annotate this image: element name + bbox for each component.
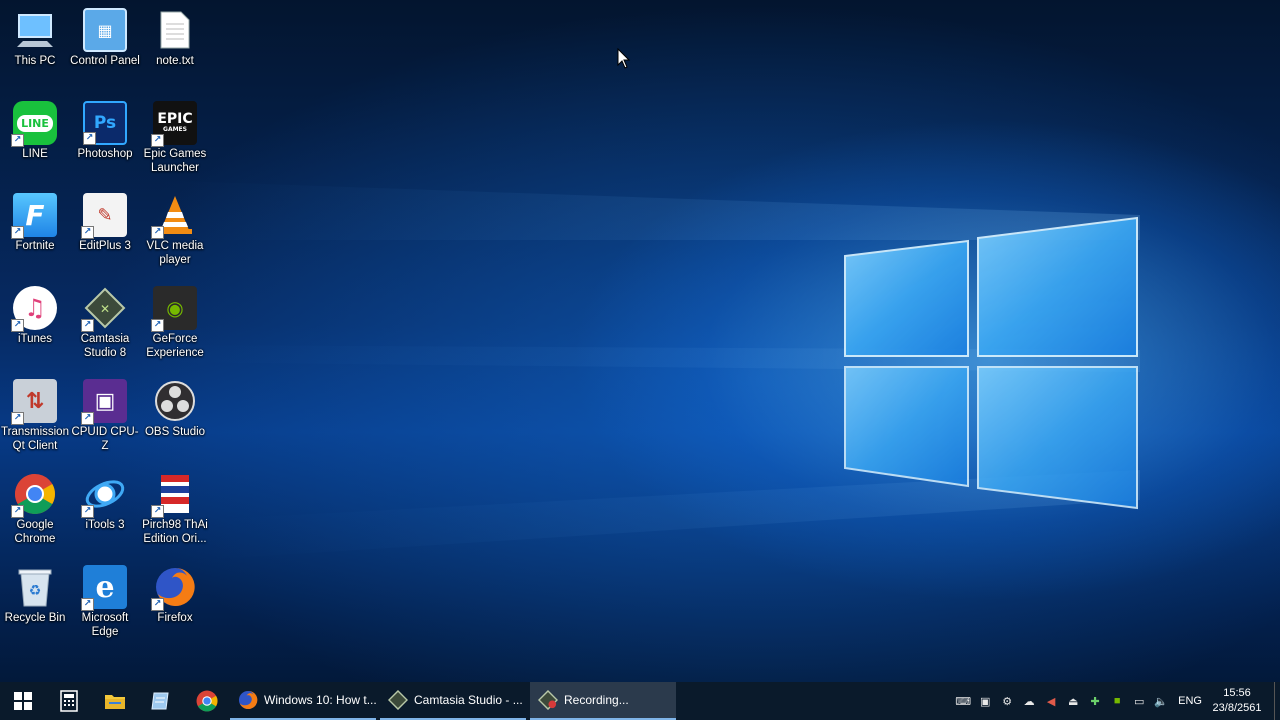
desktop-icon-vlc[interactable]: ↗ VLC media player: [140, 185, 210, 267]
chrome-icon: [196, 690, 218, 712]
taskbar-notepad-button[interactable]: [138, 682, 184, 720]
desktop-icon-cpuz[interactable]: ▣ ↗ CPUID CPU-Z: [70, 371, 140, 453]
taskbar-file-explorer-button[interactable]: [92, 682, 138, 720]
editplus-icon: ✎ ↗: [81, 193, 127, 239]
task-label: Recording...: [564, 693, 629, 707]
photoshop-icon: Ps ↗: [83, 101, 127, 145]
desktop-icon-line[interactable]: LINE ↗ LINE: [0, 93, 70, 161]
clock[interactable]: 15:56 23/8/2561: [1212, 686, 1262, 716]
desktop-icon-pirch[interactable]: ↗ Pirch98 ThAi Edition Ori...: [140, 464, 210, 546]
task-label: Camtasia Studio - ...: [414, 693, 523, 707]
windows-logo-wallpaper: [844, 216, 1138, 510]
show-desktop-button[interactable]: [1274, 682, 1280, 720]
text-file-icon: [153, 8, 197, 52]
system-tray: ⌨ ▣ ⚙ ☁ ◀ ⏏ ✚ ■ ▭ 🔈 ENG 15:56 23/8/2561: [952, 682, 1280, 720]
taskbar-task-firefox[interactable]: Windows 10: How t...: [230, 682, 376, 720]
taskbar-calculator-button[interactable]: [46, 682, 92, 720]
folder-icon: [105, 695, 125, 709]
desktop-icon-camtasia[interactable]: ✕ ↗ Camtasia Studio 8: [70, 278, 140, 360]
taskbar: Windows 10: How t... Camtasia Studio - .…: [0, 682, 1280, 720]
calculator-icon: [60, 690, 78, 712]
desktop-icon-photoshop[interactable]: Ps ↗ Photoshop: [70, 93, 140, 161]
desktop-icon-obs[interactable]: OBS Studio: [140, 371, 210, 439]
onedrive-icon[interactable]: ☁: [1018, 682, 1040, 720]
line-icon: LINE ↗: [11, 101, 57, 147]
recycle-bin-icon: ♻: [13, 565, 57, 609]
task-label: Windows 10: How t...: [264, 693, 376, 707]
camtasia-recorder-tray-icon[interactable]: ◀: [1040, 682, 1062, 720]
clock-time: 15:56: [1223, 687, 1251, 699]
transmission-icon: ⇅ ↗: [11, 379, 57, 425]
desktop-icon-fortnite[interactable]: F ↗ Fortnite: [0, 185, 70, 253]
desktop-icon-itools[interactable]: ↗ iTools 3: [70, 464, 140, 532]
volume-icon[interactable]: 🔈: [1150, 682, 1172, 720]
firefox-icon: ↗: [151, 565, 197, 611]
obs-icon: [153, 379, 197, 423]
tool-tray-icon[interactable]: ⚙: [996, 682, 1018, 720]
ime-icon[interactable]: ⌨: [952, 682, 974, 720]
desktop-icon-itunes[interactable]: ♫ ↗ iTunes: [0, 278, 70, 346]
taskbar-chrome-button[interactable]: [184, 682, 230, 720]
geforce-icon: ◉ ↗: [151, 286, 197, 332]
epic-games-icon: EPIC GAMES ↗: [151, 101, 197, 147]
desktop-icon-epic-games[interactable]: EPIC GAMES ↗ Epic Games Launcher: [140, 93, 210, 175]
svg-text:✕: ✕: [100, 302, 110, 316]
desktop-icon-geforce[interactable]: ◉ ↗ GeForce Experience: [140, 278, 210, 360]
taskbar-task-recording[interactable]: Recording...: [530, 682, 676, 720]
chrome-icon: ↗: [11, 472, 57, 518]
fortnite-icon: F ↗: [11, 193, 57, 239]
recording-icon: [538, 690, 558, 710]
app-tray-icon[interactable]: ▣: [974, 682, 996, 720]
desktop-icon-firefox[interactable]: ↗ Firefox: [140, 557, 210, 625]
camtasia-icon: ✕ ↗: [81, 286, 127, 332]
svg-text:♻: ♻: [29, 583, 42, 599]
pirch-icon: ↗: [151, 472, 197, 518]
windows-start-icon: [14, 692, 32, 710]
edge-icon: e ↗: [81, 565, 127, 611]
usb-icon[interactable]: ⏏: [1062, 682, 1084, 720]
desktop-icon-google-chrome[interactable]: ↗ Google Chrome: [0, 464, 70, 546]
desktop-icon-editplus[interactable]: ✎ ↗ EditPlus 3: [70, 185, 140, 253]
desktop-icon-note-txt[interactable]: note.txt: [140, 0, 210, 68]
cpuz-icon: ▣ ↗: [81, 379, 127, 425]
mouse-cursor-icon: [617, 48, 631, 69]
desktop-icon-transmission[interactable]: ⇅ ↗ Transmission Qt Client: [0, 371, 70, 453]
security-tray-icon[interactable]: ✚: [1084, 682, 1106, 720]
camtasia-icon: [388, 690, 408, 710]
firefox-icon: [238, 690, 258, 710]
computer-icon: [13, 8, 57, 52]
notepad-icon: [151, 692, 169, 710]
taskbar-task-camtasia[interactable]: Camtasia Studio - ...: [380, 682, 526, 720]
itunes-icon: ♫ ↗: [11, 286, 57, 332]
language-indicator[interactable]: ENG: [1178, 695, 1202, 707]
desktop-icon-recycle-bin[interactable]: ♻ Recycle Bin: [0, 557, 70, 625]
start-button[interactable]: [0, 682, 46, 720]
desktop-icons: This PC LINE ↗ LINE F ↗ Fortnite ♫ ↗ iTu…: [0, 0, 220, 670]
control-panel-icon: ▦: [83, 8, 127, 52]
nvidia-tray-icon[interactable]: ■: [1106, 682, 1128, 720]
network-icon[interactable]: ▭: [1128, 682, 1150, 720]
vlc-icon: ↗: [151, 193, 197, 239]
desktop-icon-control-panel[interactable]: ▦ Control Panel: [70, 0, 140, 68]
itools-icon: ↗: [81, 472, 127, 518]
clock-date: 23/8/2561: [1212, 702, 1262, 714]
desktop-icon-microsoft-edge[interactable]: e ↗ Microsoft Edge: [70, 557, 140, 639]
desktop-icon-this-pc[interactable]: This PC: [0, 0, 70, 68]
